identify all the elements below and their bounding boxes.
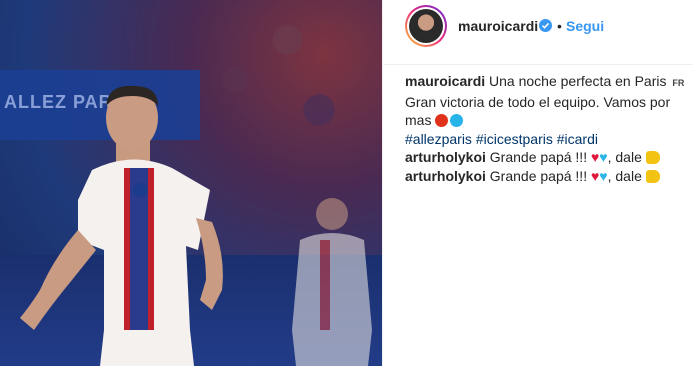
- caption: mauroicardi Una noche perfecta en Paris …: [405, 72, 685, 130]
- comment-username[interactable]: arturholykoi: [405, 168, 486, 184]
- comments-section: mauroicardi Una noche perfecta en Paris …: [405, 72, 685, 185]
- follow-button[interactable]: Segui: [566, 18, 604, 34]
- header-separator: •: [557, 18, 562, 34]
- hashtag-link[interactable]: #icicestparis: [476, 131, 553, 147]
- comment-suffix: , dale: [607, 149, 642, 165]
- player-figure: [20, 85, 372, 366]
- comment-item: arturholykoi Grande papá !!! ♥♥, dale: [405, 148, 685, 167]
- post-photo[interactable]: ALLEZ PARIS: [0, 0, 382, 366]
- france-flag-icon: FR: [672, 78, 685, 88]
- caption-text-line1: Una noche perfecta en Paris: [489, 73, 667, 89]
- blue-heart-emoji: ♥: [599, 167, 608, 184]
- avatar-image: [409, 9, 443, 43]
- comment-item: arturholykoi Grande papá !!! ♥♥, dale: [405, 167, 685, 186]
- blue-heart-emoji: ♥: [599, 149, 608, 165]
- comment-text: Grande papá !!!: [489, 167, 588, 184]
- comment-text: Grande papá !!!: [489, 149, 588, 165]
- comment-username[interactable]: arturholykoi: [405, 149, 486, 165]
- flexed-biceps-emoji: [645, 169, 660, 183]
- avatar[interactable]: [405, 5, 447, 47]
- hashtag-link[interactable]: #allezparis: [405, 131, 472, 147]
- hashtags: #allezparis #icicestparis #icardi: [405, 130, 685, 149]
- comment-suffix: , dale: [607, 167, 642, 184]
- flexed-biceps-emoji: [645, 151, 660, 164]
- post-author-username[interactable]: mauroicardi: [458, 18, 538, 34]
- blue-circle-emoji: [450, 114, 464, 127]
- red-circle-emoji: [435, 114, 449, 127]
- caption-username[interactable]: mauroicardi: [405, 73, 485, 89]
- post-sidebar: mauroicardi • Segui mauroicardi Una noch…: [382, 0, 693, 366]
- post-header: mauroicardi • Segui: [383, 0, 693, 65]
- hashtag-link[interactable]: #icardi: [557, 131, 598, 147]
- avatar-ring: [407, 7, 445, 45]
- verified-badge-icon: [539, 19, 552, 32]
